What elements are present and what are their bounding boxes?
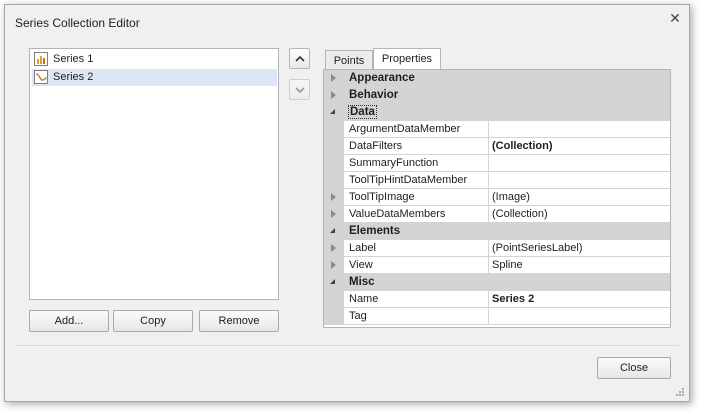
property-value[interactable]: Spline [492,259,523,271]
property-row-gutter [324,121,344,137]
resize-grip-icon[interactable] [675,387,685,397]
move-up-button[interactable] [289,48,310,69]
property-name: Tag [349,310,367,322]
property-value[interactable]: Series 2 [492,293,534,305]
property-row[interactable]: ValueDataMembers (Collection) [324,206,670,223]
property-column-separator [488,308,489,324]
property-category-name: Misc [349,276,375,288]
property-category-name: Appearance [349,72,415,84]
series-list-item-label: Series 2 [53,71,94,83]
property-name: ToolTipImage [349,191,415,203]
title-bar: Series Collection Editor ✕ [5,5,689,35]
expand-arrow-icon[interactable] [331,244,336,252]
add-button[interactable]: Add... [29,310,109,332]
property-name: View [349,259,373,271]
close-window-icon[interactable]: ✕ [665,9,685,27]
property-row[interactable]: ArgumentDataMember [324,121,670,138]
property-category-row[interactable]: Appearance [324,70,670,87]
expand-arrow-icon[interactable] [331,193,336,201]
footer-divider [15,345,679,346]
property-column-separator [488,172,489,188]
close-button[interactable]: Close [597,357,671,379]
property-category-name: Elements [349,225,401,237]
collapse-arrow-icon[interactable] [330,109,335,114]
property-value[interactable]: (PointSeriesLabel) [492,242,583,254]
property-name: ValueDataMembers [349,208,446,220]
series-list-item[interactable]: Series 1 [32,51,277,68]
property-row[interactable]: View Spline [324,257,670,274]
property-column-separator [488,138,489,154]
property-value[interactable]: (Image) [492,191,530,203]
property-column-separator [488,189,489,205]
chevron-down-icon [295,87,305,94]
property-value[interactable]: (Collection) [492,208,548,220]
property-name: SummaryFunction [349,157,439,169]
property-row-gutter [324,172,344,188]
expand-arrow-icon[interactable] [331,261,336,269]
property-row[interactable]: Name Series 2 [324,291,670,308]
property-category-name: Behavior [349,89,399,101]
property-column-separator [488,206,489,222]
property-row[interactable]: Tag [324,308,670,325]
series-list-item-label: Series 1 [53,53,94,65]
expand-arrow-icon[interactable] [331,210,336,218]
property-row[interactable]: DataFilters (Collection) [324,138,670,155]
property-row[interactable]: SummaryFunction [324,155,670,172]
property-column-separator [488,240,489,256]
tab-properties[interactable]: Properties [373,48,441,70]
tab-points[interactable]: Points [325,50,373,70]
collapse-arrow-icon[interactable] [330,228,335,233]
property-row[interactable]: ToolTipHintDataMember [324,172,670,189]
property-grid[interactable]: Appearance Behavior Data ArgumentDataMember… [323,69,671,328]
collapse-arrow-icon[interactable] [330,279,335,284]
series-collection-editor-window: Series Collection Editor ✕ Series 1 Serie… [4,4,690,402]
copy-button[interactable]: Copy [113,310,193,332]
property-category-name: Data [348,105,377,119]
property-category-row[interactable]: Behavior [324,87,670,104]
property-column-separator [488,121,489,137]
remove-button[interactable]: Remove [199,310,279,332]
spline-chart-icon [34,70,48,84]
property-row-gutter [324,308,344,324]
property-column-separator [488,155,489,171]
property-column-separator [488,257,489,273]
property-column-separator [488,291,489,307]
property-name: Name [349,293,379,305]
property-category-row[interactable]: Misc [324,274,670,291]
property-category-row[interactable]: Data [324,104,670,121]
chevron-up-icon [295,55,305,62]
window-title: Series Collection Editor [15,16,140,30]
property-row-gutter [324,138,344,154]
property-name: ToolTipHintDataMember [349,174,468,186]
property-name: Label [349,242,376,254]
expand-arrow-icon[interactable] [331,91,336,99]
property-row-gutter [324,291,344,307]
move-down-button[interactable] [289,79,310,100]
property-row[interactable]: ToolTipImage (Image) [324,189,670,206]
property-name: DataFilters [349,140,403,152]
property-row-gutter [324,155,344,171]
series-list-item[interactable]: Series 2 [32,69,277,86]
property-row[interactable]: Label (PointSeriesLabel) [324,240,670,257]
bar-chart-icon [34,52,48,66]
property-category-row[interactable]: Elements [324,223,670,240]
expand-arrow-icon[interactable] [331,74,336,82]
property-value[interactable]: (Collection) [492,140,553,152]
property-name: ArgumentDataMember [349,123,461,135]
series-list[interactable]: Series 1 Series 2 [29,48,279,300]
